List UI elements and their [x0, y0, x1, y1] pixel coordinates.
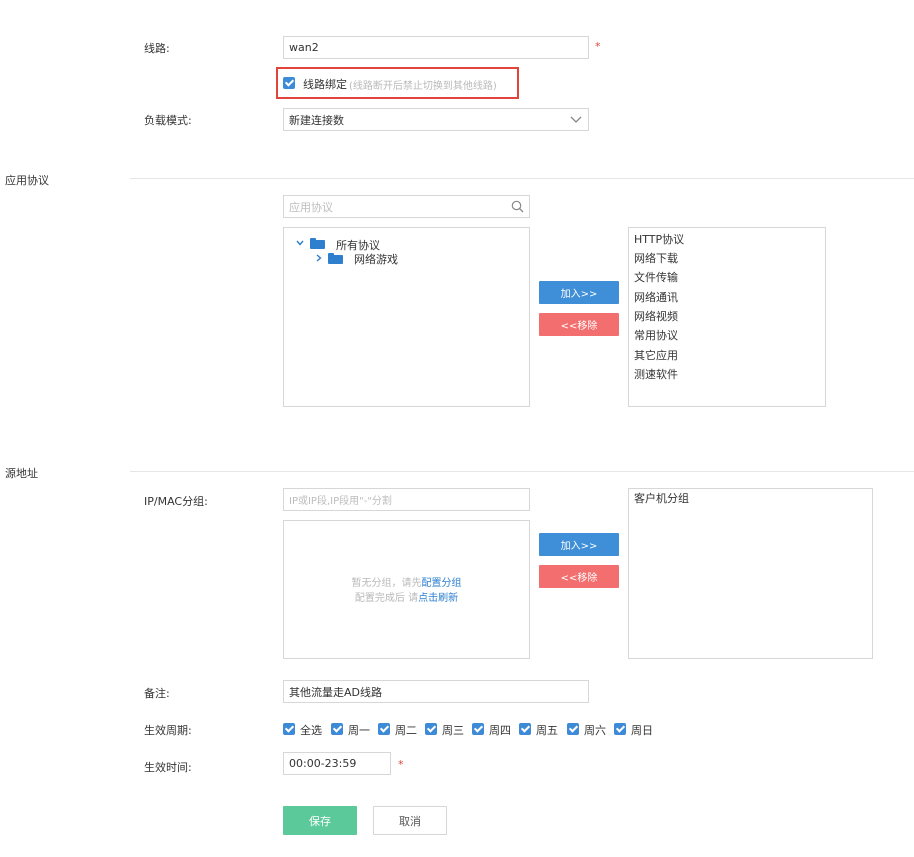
ipmac-input[interactable]: IP或IP段,IP段用"-"分割 — [283, 488, 530, 511]
source-section-title: 源地址 — [5, 467, 38, 480]
line-bind-label: 线路绑定 — [303, 78, 347, 91]
line-required-mark: * — [595, 40, 601, 53]
app-protocol-divider — [130, 178, 914, 179]
folder-icon — [310, 238, 325, 249]
tree-collapse-icon[interactable] — [316, 254, 322, 262]
day-label: 周六 — [584, 724, 606, 737]
config-group-link[interactable]: 配置分组 — [422, 578, 462, 589]
ipmac-label: IP/MAC分组: — [144, 495, 208, 508]
line-bind-checkbox[interactable] — [283, 77, 295, 89]
time-input[interactable]: 00:00-23:59 — [283, 752, 391, 775]
protocol-add-button[interactable]: 加入>> — [539, 281, 619, 304]
remark-label: 备注: — [144, 687, 170, 700]
line-label: 线路: — [144, 42, 170, 55]
day-checkbox-sat[interactable] — [567, 723, 579, 735]
refresh-link[interactable]: 点击刷新 — [418, 593, 458, 604]
folder-icon — [328, 253, 343, 264]
list-item[interactable]: 网络视频 — [634, 308, 678, 324]
day-label: 周五 — [536, 724, 558, 737]
source-remove-button[interactable]: <<移除 — [539, 565, 619, 588]
group-empty-line1: 暂无分组，请先配置分组 — [284, 574, 529, 589]
day-checkbox-fri[interactable] — [519, 723, 531, 735]
list-item[interactable]: 测速软件 — [634, 366, 678, 382]
app-protocol-search-input[interactable]: 应用协议 — [283, 195, 530, 218]
source-divider — [130, 471, 914, 472]
time-required-mark: * — [398, 758, 404, 771]
save-button[interactable]: 保存 — [283, 806, 357, 835]
list-item[interactable]: 其它应用 — [634, 347, 678, 363]
period-label: 生效周期: — [144, 724, 192, 737]
line-input[interactable]: wan2 — [283, 36, 589, 59]
day-checkbox-tue[interactable] — [378, 723, 390, 735]
load-mode-value: 新建连接数 — [289, 113, 344, 127]
source-selected-list[interactable]: 客户机分组 — [628, 488, 873, 659]
search-icon[interactable] — [511, 200, 524, 213]
day-label: 周四 — [489, 724, 511, 737]
day-label: 周二 — [395, 724, 417, 737]
day-checkbox-thu[interactable] — [472, 723, 484, 735]
day-label: 周一 — [348, 724, 370, 737]
day-checkbox-mon[interactable] — [331, 723, 343, 735]
day-label: 周日 — [631, 724, 653, 737]
day-checkbox-sun[interactable] — [614, 723, 626, 735]
day-label: 周三 — [442, 724, 464, 737]
protocol-remove-button[interactable]: <<移除 — [539, 313, 619, 336]
app-protocol-section-title: 应用协议 — [5, 174, 49, 187]
cancel-button[interactable]: 取消 — [373, 806, 447, 835]
source-add-button[interactable]: 加入>> — [539, 533, 619, 556]
line-bind-hint: (线路断开后禁止切换到其他线路) — [349, 81, 497, 92]
day-checkbox-all[interactable] — [283, 723, 295, 735]
group-empty-line2: 配置完成后 请点击刷新 — [284, 589, 529, 604]
group-empty-text: 暂无分组，请先 — [351, 578, 422, 589]
chevron-down-icon — [570, 116, 582, 123]
list-item[interactable]: 文件传输 — [634, 269, 678, 285]
day-checkbox-wed[interactable] — [425, 723, 437, 735]
list-item[interactable]: 网络下载 — [634, 250, 678, 266]
group-refresh-text: 配置完成后 请 — [354, 593, 419, 604]
protocol-selected-list[interactable]: HTTP协议 网络下载 文件传输 网络通讯 网络视频 常用协议 其它应用 测速软… — [628, 227, 826, 407]
list-item[interactable]: 常用协议 — [634, 327, 678, 343]
time-label: 生效时间: — [144, 761, 192, 774]
day-label: 全选 — [300, 724, 322, 737]
load-mode-select[interactable]: 新建连接数 — [283, 108, 589, 131]
remark-input[interactable]: 其他流量走AD线路 — [283, 680, 589, 703]
tree-child-label[interactable]: 网络游戏 — [354, 251, 398, 267]
protocol-tree-panel: 所有协议 网络游戏 — [283, 227, 530, 407]
group-panel: 暂无分组，请先配置分组 配置完成后 请点击刷新 — [283, 520, 530, 659]
list-item[interactable]: 网络通讯 — [634, 289, 678, 305]
list-item[interactable]: 客户机分组 — [634, 490, 689, 506]
load-mode-label: 负载模式: — [144, 114, 192, 127]
list-item[interactable]: HTTP协议 — [634, 231, 684, 247]
tree-expand-icon[interactable] — [296, 240, 304, 246]
